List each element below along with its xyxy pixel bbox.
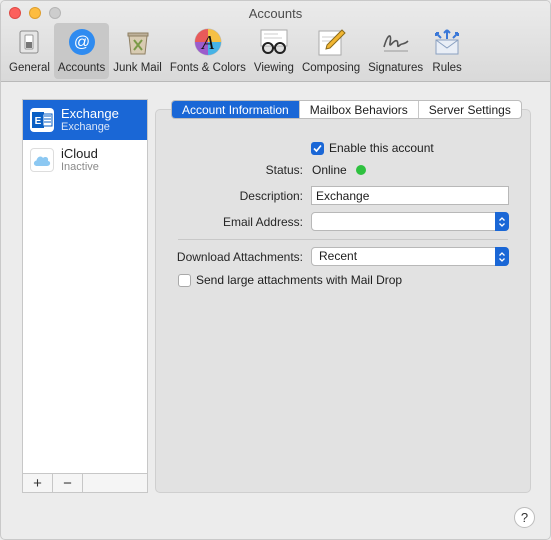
toolbar-label: Junk Mail [113,62,162,74]
account-name: iCloud [61,146,98,161]
toolbar-label: Rules [432,62,462,74]
signature-icon [380,26,412,58]
add-account-button[interactable]: + [23,474,53,492]
mail-drop-label: Send large attachments with Mail Drop [196,273,403,287]
divider [178,239,508,240]
mail-drop-checkbox[interactable] [178,273,191,287]
download-attachments-value: Recent [319,249,358,263]
download-label-wrap: Download Attachments: [171,250,303,264]
status-online-indicator [355,165,366,175]
envelope-arrows-icon [431,26,463,58]
toolbar-viewing[interactable]: Viewing [250,23,298,79]
email-label: Email Address: [222,215,303,229]
toolbar-label: General [9,62,50,74]
toolbar-label: Fonts & Colors [169,62,246,74]
account-text: Exchange Exchange [61,106,119,134]
account-tabs: Account Information Mailbox Behaviors Se… [171,100,522,119]
toolbar-items: General @ Accounts Junk Mail A Fonts & C… [5,23,467,79]
toolbar-general[interactable]: General [5,23,54,79]
account-subtitle: Exchange [61,121,110,133]
pencil-icon [315,26,347,58]
account-name: Exchange [61,106,119,121]
at-sign-icon: @ [66,26,98,58]
toolbar-accounts[interactable]: @ Accounts [53,23,110,79]
status-value: Online [312,163,347,177]
tab-mailbox-behaviors[interactable]: Mailbox Behaviors [300,101,419,118]
toolbar-composing[interactable]: Composing [298,23,364,79]
enable-account-label: Enable this account [329,141,434,155]
status-label: Status: [265,163,303,177]
toolbar: Accounts General @ Accounts Junk Mail A … [1,1,550,82]
enable-account-checkbox[interactable] [311,141,324,155]
toolbar-label: Signatures [368,62,424,74]
accounts-list-footer: + − [23,473,147,492]
account-item-exchange[interactable]: E Exchange Exchange [23,100,147,140]
toolbar-label: Accounts [57,62,106,74]
description-label: Description: [239,189,303,203]
toolbar-rules[interactable]: Rules [427,23,467,79]
help-button[interactable]: ? [514,507,535,528]
svg-text:E: E [35,116,42,127]
account-item-icloud[interactable]: iCloud Inactive [23,140,147,180]
toolbar-label: Viewing [253,62,294,74]
remove-account-button[interactable]: − [53,474,83,492]
chevron-updown-icon [495,212,509,231]
svg-text:@: @ [73,34,89,51]
email-label-wrap: Email Address: [181,215,303,229]
svg-text:A: A [200,32,215,54]
preferences-window: Accounts General @ Accounts Junk Mail A … [0,0,551,540]
checkmark-icon [313,144,322,152]
toolbar-signatures[interactable]: Signatures [364,23,427,79]
download-attachments-popup[interactable]: Recent [311,247,509,266]
email-address-popup[interactable] [311,212,509,231]
account-subtitle: Inactive [61,161,99,173]
toolbar-fonts-colors[interactable]: A Fonts & Colors [166,23,250,79]
accounts-list: E Exchange Exchange iCloud Inactive + − [22,99,148,493]
toolbar-label: Composing [301,62,361,74]
status-value-wrap: Online [312,163,366,177]
tab-server-settings[interactable]: Server Settings [419,101,521,118]
status-label-wrap: Status: [181,163,303,177]
exchange-icon: E [30,108,54,132]
switch-icon [13,26,45,58]
account-text: iCloud Inactive [61,146,99,174]
font-color-icon: A [192,26,224,58]
description-label-wrap: Description: [181,189,303,203]
tab-account-information[interactable]: Account Information [172,101,300,118]
description-field[interactable]: Exchange [311,186,509,205]
icloud-icon [30,148,54,172]
trash-bin-icon [122,26,154,58]
chevron-updown-icon [495,247,509,266]
glasses-icon [258,26,290,58]
window-title: Accounts [248,6,303,21]
toolbar-junk-mail[interactable]: Junk Mail [109,23,166,79]
download-attachments-label: Download Attachments: [176,250,303,264]
enable-account-row: Enable this account [311,141,434,155]
mail-drop-row: Send large attachments with Mail Drop [178,273,402,287]
